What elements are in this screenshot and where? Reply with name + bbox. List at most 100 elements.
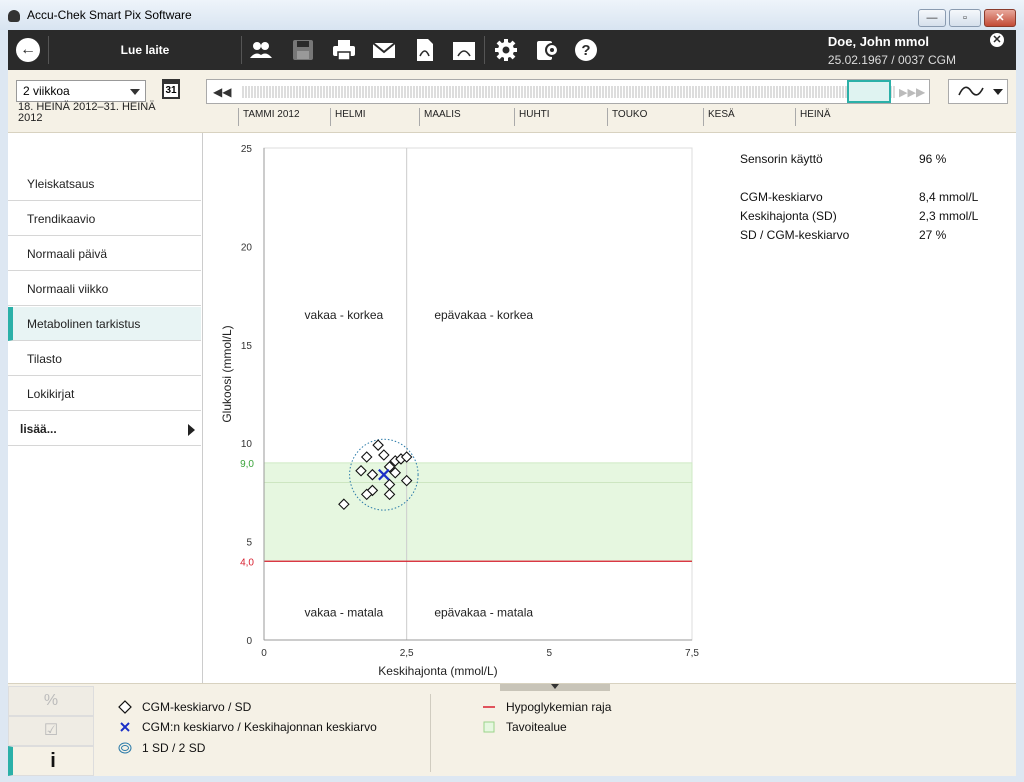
y-tick-label: 20	[241, 242, 253, 253]
chevron-down-icon	[993, 89, 1003, 95]
sidebar-item-more[interactable]: lisää...	[8, 412, 201, 446]
metabolic-chart: 0 5 10 15 20 25 0 2,5 5 7,5 9,0 4,0 Keskihajonta (mm…	[203, 133, 723, 683]
print-icon[interactable]	[331, 38, 357, 62]
quadrant-label: epävakaa - matala	[434, 605, 533, 619]
date-range: 18. HEINÄ 2012–31. HEINÄ 2012	[18, 101, 156, 124]
chevron-down-icon	[130, 89, 140, 95]
app-frame: ← Lue laite ? Doe, John mmol 25.02.1967 …	[8, 30, 1016, 776]
settings-icon[interactable]	[493, 38, 519, 62]
y-tick-label: 10	[241, 439, 253, 450]
sidebar-item-logbooks[interactable]: Lokikirjat	[8, 377, 201, 411]
user-name: Doe, John mmol	[827, 34, 930, 49]
chart-svg: 0 5 10 15 20 25 0 2,5 5 7,5 9,0 4,0 Keskihajonta (mm…	[220, 144, 699, 678]
sidebar-item-statistics[interactable]: Tilasto	[8, 342, 201, 376]
stat-value: 27 %	[919, 228, 947, 242]
legend-label: CGM:n keskiarvo / Keskihajonnan keskiarv…	[142, 720, 377, 734]
legend-label: CGM-keskiarvo / SD	[142, 700, 252, 714]
y-tick-label: 0	[246, 636, 252, 647]
period-select[interactable]: 2 viikkoa	[16, 80, 146, 102]
user-info: Doe, John mmol 25.02.1967 / 0037 CGM	[828, 34, 956, 67]
calendar-icon[interactable]: 31	[162, 79, 180, 99]
timeline-scrollbar[interactable]: ◀◀ ▶▶ ▶	[206, 79, 930, 104]
quadrant-label: vakaa - korkea	[305, 308, 384, 322]
diamond-icon	[118, 700, 132, 714]
toolbar-separator	[484, 36, 485, 64]
timeline-month: HUHTI	[514, 108, 550, 126]
target-upper-label: 9,0	[240, 459, 254, 470]
timeline-graphic: ◀◀ ▶▶ ▶	[213, 80, 926, 103]
stat-label: Sensorin käyttö	[740, 152, 823, 166]
app-icon	[8, 10, 20, 22]
x-tick-label: 2,5	[400, 648, 414, 659]
curve-icon	[958, 86, 984, 96]
help-icon[interactable]: ?	[573, 38, 599, 62]
stat-row: Keskihajonta (SD) 2,3 mmol/L	[740, 209, 1010, 227]
target-lower-label: 4,0	[240, 557, 254, 568]
x-tick-label: 7,5	[685, 648, 699, 659]
sidebar-item-normal-day[interactable]: Normaali päivä	[8, 237, 201, 271]
toolbar-separator	[241, 36, 242, 64]
stat-row: CGM-keskiarvo 8,4 mmol/L	[740, 190, 1010, 208]
stat-label: CGM-keskiarvo	[740, 190, 823, 204]
legend-label: Hypoglykemian raja	[506, 700, 612, 714]
stat-value: 96 %	[919, 152, 947, 166]
cross-icon	[120, 722, 130, 732]
timeline-months: TAMMI 2012 HELMI MAALIS HUHTI TOUKO KESÄ…	[238, 108, 938, 126]
svg-text:▶: ▶	[916, 85, 926, 99]
stat-label: Keskihajonta (SD)	[740, 209, 837, 223]
y-axis-label: Glukoosi (mmol/L)	[220, 325, 234, 422]
stat-label: SD / CGM-keskiarvo	[740, 228, 850, 242]
sidebar-item-trend[interactable]: Trendikaavio	[8, 202, 201, 236]
toolbar: ← Lue laite ? Doe, John mmol 25.02.1967 …	[8, 30, 1016, 70]
pdf-export-icon[interactable]	[451, 38, 477, 62]
window-title: Accu-Chek Smart Pix Software	[27, 8, 192, 22]
x-tick-label: 0	[261, 648, 267, 659]
filter-bar: 2 viikkoa 31 18. HEINÄ 2012–31. HEINÄ 20…	[8, 70, 1016, 133]
checklist-tab[interactable]: ☑	[8, 716, 94, 746]
y-tick-label: 25	[241, 144, 253, 155]
legend-label: Tavoitealue	[506, 720, 567, 734]
curve-type-button[interactable]	[948, 79, 1008, 104]
quadrant-label: vakaa - matala	[305, 605, 384, 619]
email-icon[interactable]	[371, 38, 397, 62]
y-tick-label: 15	[241, 341, 253, 352]
svg-text:▶▶: ▶▶	[899, 87, 916, 99]
stat-row: SD / CGM-keskiarvo 27 %	[740, 228, 1010, 246]
timeline-month: HELMI	[330, 108, 366, 126]
timeline-month: TAMMI 2012	[238, 108, 300, 126]
save-icon	[290, 38, 316, 62]
sidebar-item-metabolic[interactable]: Metabolinen tarkistus	[8, 307, 201, 341]
target-box-icon	[483, 721, 495, 733]
back-icon[interactable]: ←	[16, 38, 40, 62]
sidebar-item-overview[interactable]: Yleiskatsaus	[8, 167, 201, 201]
stat-value: 2,3 mmol/L	[919, 209, 979, 223]
svg-text:?: ?	[581, 42, 590, 59]
patients-icon[interactable]	[248, 38, 274, 62]
stat-value: 8,4 mmol/L	[919, 190, 979, 204]
panel-toggle-handle[interactable]	[500, 684, 610, 691]
legend-label: 1 SD / 2 SD	[142, 741, 206, 755]
close-patient-icon[interactable]: ✕	[990, 33, 1004, 47]
timeline-month: TOUKO	[607, 108, 647, 126]
maximize-button[interactable]: ▫	[949, 9, 981, 27]
timeline-month: MAALIS	[419, 108, 461, 126]
close-window-button[interactable]: ✕	[984, 9, 1016, 27]
hypo-line-icon	[483, 706, 495, 708]
chevron-right-icon	[188, 424, 195, 436]
chevron-down-icon	[551, 684, 559, 689]
sidebar-item-normal-week[interactable]: Normaali viikko	[8, 272, 201, 306]
percent-tab[interactable]: %	[8, 686, 94, 716]
read-device-button[interactable]: Lue laite	[49, 30, 241, 70]
minimize-button[interactable]: —	[918, 9, 946, 27]
legend-panel: % ☑ i CGM-keskiarvo / SD CGM:n keskiarvo…	[8, 683, 1016, 776]
plot-frame	[263, 147, 693, 641]
more-label: lisää...	[20, 422, 57, 436]
quadrant-label: epävakaa - korkea	[434, 308, 533, 322]
legend-divider	[430, 694, 431, 772]
target-range-band	[263, 462, 693, 562]
title-bar: Accu-Chek Smart Pix Software — ▫ ✕	[0, 0, 1024, 30]
device-settings-icon[interactable]	[534, 38, 560, 62]
info-tab[interactable]: i	[8, 746, 94, 776]
timeline-month: KESÄ	[703, 108, 735, 126]
pdf-icon[interactable]	[411, 38, 437, 62]
